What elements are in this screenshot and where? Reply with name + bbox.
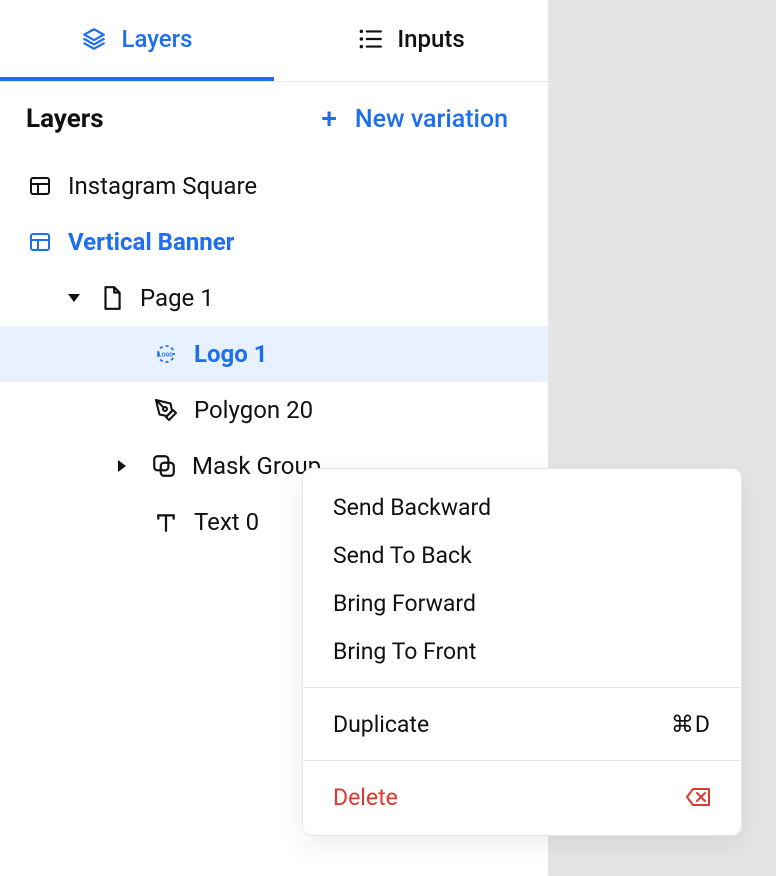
tab-inputs[interactable]: Inputs (274, 0, 548, 81)
svg-text:LOGO: LOGO (159, 353, 173, 359)
layer-label: Vertical Banner (68, 228, 234, 256)
shortcut-label: ⌘D (671, 711, 711, 738)
menu-label: Bring To Front (333, 638, 476, 665)
text-icon (152, 511, 180, 533)
menu-separator (303, 760, 741, 761)
menu-send-backward[interactable]: Send Backward (303, 483, 741, 531)
menu-duplicate[interactable]: Duplicate ⌘D (303, 700, 741, 748)
inputs-icon (357, 26, 383, 52)
section-title: Layers (26, 104, 104, 134)
chevron-down-icon[interactable] (64, 294, 84, 302)
layer-instagram-square[interactable]: Instagram Square (0, 158, 548, 214)
new-variation-button[interactable]: + New variation (321, 105, 522, 134)
layer-logo-1[interactable]: LOGO Logo 1 (0, 326, 548, 382)
layer-label: Instagram Square (68, 172, 257, 200)
mask-group-icon (150, 453, 178, 479)
menu-send-to-back[interactable]: Send To Back (303, 531, 741, 579)
menu-bring-to-front[interactable]: Bring To Front (303, 627, 741, 675)
menu-delete[interactable]: Delete (303, 773, 741, 821)
tab-inputs-label: Inputs (397, 25, 464, 53)
logo-icon: LOGO (152, 341, 180, 367)
tab-layers[interactable]: Layers (0, 0, 274, 81)
delete-icon (685, 787, 711, 807)
page-icon (98, 285, 126, 311)
menu-label: Delete (333, 784, 398, 811)
layer-label: Logo 1 (194, 340, 268, 368)
context-menu: Send Backward Send To Back Bring Forward… (302, 468, 742, 836)
menu-label: Bring Forward (333, 590, 476, 617)
menu-label: Duplicate (333, 711, 429, 738)
tab-layers-label: Layers (121, 25, 192, 53)
layer-label: Polygon 20 (194, 396, 313, 424)
pen-icon (152, 398, 180, 422)
menu-label: Send To Back (333, 542, 472, 569)
plus-icon: + (321, 105, 337, 133)
menu-label: Send Backward (333, 494, 491, 521)
menu-bring-forward[interactable]: Bring Forward (303, 579, 741, 627)
artboard-icon (26, 230, 54, 254)
layers-icon (81, 26, 107, 52)
section-header: Layers + New variation (0, 82, 548, 156)
layer-label: Text 0 (194, 508, 259, 536)
menu-separator (303, 687, 741, 688)
artboard-icon (26, 174, 54, 198)
chevron-right-icon[interactable] (112, 460, 132, 472)
layer-page-1[interactable]: Page 1 (0, 270, 548, 326)
new-variation-label: New variation (355, 105, 508, 134)
layer-label: Page 1 (140, 284, 214, 312)
layer-polygon-20[interactable]: Polygon 20 (0, 382, 548, 438)
tab-bar: Layers Inputs (0, 0, 548, 82)
layer-vertical-banner[interactable]: Vertical Banner (0, 214, 548, 270)
